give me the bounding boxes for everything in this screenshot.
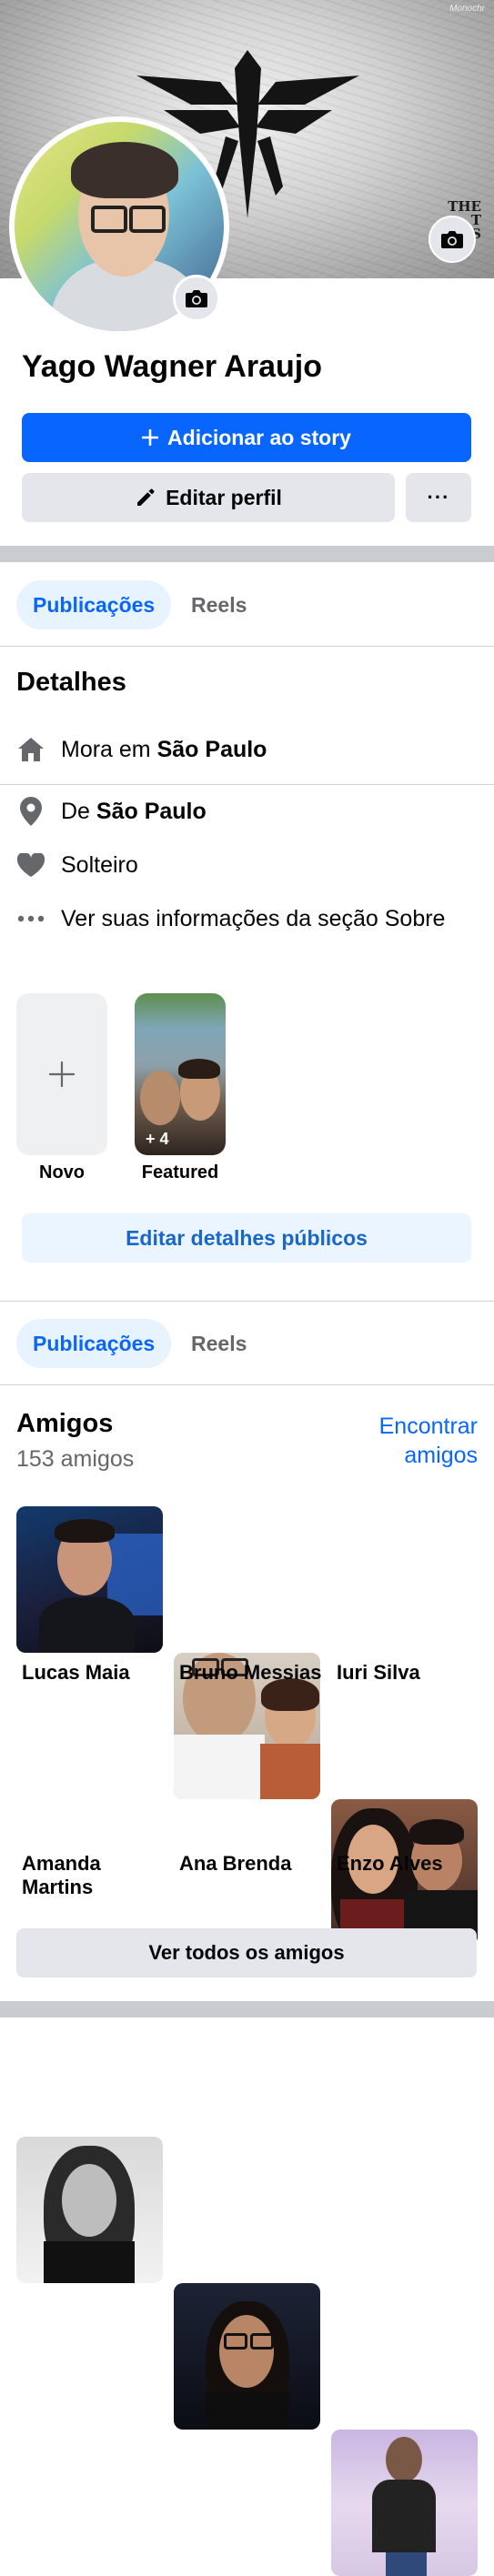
detail-lives-in: Mora em São Paulo xyxy=(16,730,267,770)
relationship-status: Solteiro xyxy=(61,851,138,878)
tab-reels[interactable]: Reels xyxy=(175,1319,263,1368)
friend-name[interactable]: Enzo Alves xyxy=(337,1852,443,1876)
friend-name[interactable]: Lucas Maia xyxy=(22,1661,130,1685)
see-about-info-link[interactable]: Ver suas informações da seção Sobre xyxy=(16,899,445,939)
profile-name: Yago Wagner Araujo xyxy=(22,349,322,384)
friend-name[interactable]: Amanda Martins xyxy=(22,1852,101,1899)
edit-cover-button[interactable] xyxy=(428,216,476,263)
friend-name[interactable]: Iuri Silva xyxy=(337,1661,420,1685)
pencil-icon xyxy=(137,488,155,506)
friend-name-line2: Martins xyxy=(22,1876,94,1898)
tab-publicacoes[interactable]: Publicações xyxy=(16,1319,172,1368)
section-separator xyxy=(0,546,494,562)
see-all-friends-button[interactable]: Ver todos os amigos xyxy=(16,1928,477,1977)
friend-photo[interactable] xyxy=(16,2137,163,2283)
find-friends-link[interactable]: Encontrar amigos xyxy=(379,1412,478,1470)
new-featured-button[interactable] xyxy=(16,993,107,1155)
friend-name[interactable]: Ana Brenda xyxy=(179,1852,291,1876)
divider xyxy=(0,646,494,647)
from-city: São Paulo xyxy=(96,798,207,824)
friends-title: Amigos xyxy=(16,1409,114,1438)
friends-count: 153 amigos xyxy=(16,1446,135,1472)
more-options-button[interactable]: ··· xyxy=(406,473,471,522)
tab-reels[interactable]: Reels xyxy=(175,580,263,629)
friend-name-line1: Amanda xyxy=(22,1852,101,1875)
detail-relationship: Solteiro xyxy=(16,845,138,885)
friend-photo[interactable] xyxy=(16,1506,163,1653)
friend-name[interactable]: Bruno Messias xyxy=(179,1661,322,1685)
details-title: Detalhes xyxy=(16,668,126,697)
featured-count: + 4 xyxy=(146,1130,169,1148)
about-link-label: Ver suas informações da seção Sobre xyxy=(61,905,446,931)
friend-photo[interactable] xyxy=(331,2430,478,2576)
find-friends-line1: Encontrar xyxy=(378,1414,478,1439)
divider xyxy=(0,784,494,785)
home-icon xyxy=(18,738,44,761)
edit-public-details-button[interactable]: Editar detalhes públicos xyxy=(22,1213,471,1263)
featured-collection-card[interactable]: + 4 xyxy=(135,993,226,1155)
divider xyxy=(0,1384,494,1385)
new-featured-label: Novo xyxy=(39,1162,85,1182)
friend-photo[interactable] xyxy=(174,2283,320,2430)
cover-watermark: Monochr xyxy=(449,4,485,14)
find-friends-line2: amigos xyxy=(404,1443,478,1468)
featured-collection-label: Featured xyxy=(141,1162,219,1182)
camera-icon xyxy=(441,231,463,248)
add-to-story-button[interactable]: Adicionar ao story xyxy=(22,413,471,462)
from-prefix: De xyxy=(61,798,96,824)
plus-icon xyxy=(142,429,159,446)
lives-city: São Paulo xyxy=(156,736,267,762)
tab-publicacoes[interactable]: Publicações xyxy=(16,580,172,629)
more-icon: ··· xyxy=(427,486,450,508)
divider xyxy=(0,1301,494,1302)
lives-prefix: Mora em xyxy=(61,736,157,762)
edit-profile-button[interactable]: Editar perfil xyxy=(22,473,395,522)
edit-profile-label: Editar perfil xyxy=(166,485,282,509)
add-to-story-label: Adicionar ao story xyxy=(167,425,351,449)
location-pin-icon xyxy=(20,797,42,826)
section-separator xyxy=(0,2001,494,2018)
camera-icon xyxy=(186,290,207,307)
edit-profile-picture-button[interactable] xyxy=(173,275,220,322)
detail-from: De São Paulo xyxy=(16,791,207,831)
heart-icon xyxy=(17,853,45,877)
more-horizontal-icon xyxy=(17,915,45,922)
plus-icon xyxy=(48,1061,76,1088)
